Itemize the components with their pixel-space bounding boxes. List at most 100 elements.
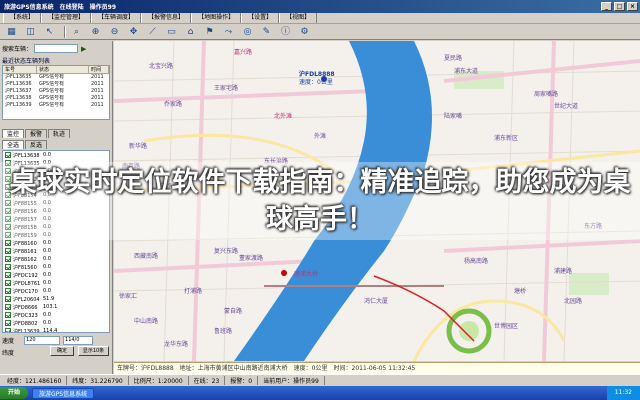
tab-monitor[interactable]: 监控 xyxy=(2,129,25,138)
vehicle-plate: 沪F88161 xyxy=(13,248,37,255)
table-row[interactable]: 沪FL13638 0.0 xyxy=(3,151,109,159)
target-icon[interactable]: ◎ xyxy=(240,25,255,39)
vehicle-checkbox[interactable] xyxy=(5,304,11,310)
tab-alarm[interactable]: 报警 xyxy=(25,129,48,138)
table-row[interactable]: 沪F81560 0.0 xyxy=(3,263,109,271)
zoom-out-icon[interactable]: ⊖ xyxy=(107,25,122,39)
column-status[interactable]: 状态 xyxy=(37,66,89,73)
table-row[interactable]: 沪FL13639 114.4 xyxy=(3,327,109,332)
table-row[interactable]: 沪FDL8761 0.0 xyxy=(3,279,109,287)
map-label: 世博园区 xyxy=(494,323,519,330)
flag-icon[interactable]: ⚑ xyxy=(202,25,217,39)
speed-input[interactable]: 120 xyxy=(24,336,61,345)
column-time[interactable]: 时间 xyxy=(89,66,109,73)
recent-status-list[interactable]: 车号 状态 时间 沪FL13635 GPS信号有 2011 沪FL13636 GPS信… xyxy=(2,65,110,120)
minimize-button[interactable]: _ xyxy=(601,2,612,11)
table-row[interactable]: 沪FDC170 0.0 xyxy=(3,287,109,295)
vehicle-checkbox[interactable] xyxy=(5,264,11,270)
table-row[interactable]: 沪F88162 0.0 xyxy=(3,255,109,263)
table-row[interactable]: 沪FD8666 103.1 xyxy=(3,303,109,311)
menu-alarm[interactable]: 【报警信息】 xyxy=(141,13,192,23)
map-label: 徐家汇 xyxy=(119,293,138,300)
menu-system[interactable]: 【系统】 xyxy=(3,13,42,23)
taskbar-app-button[interactable]: 旅游GPS信息系统 xyxy=(32,387,95,399)
menu-view[interactable]: 【视图】 xyxy=(279,13,318,23)
menu-settings[interactable]: 【设置】 xyxy=(241,13,280,23)
table-row[interactable]: 沪FDC323 0.0 xyxy=(3,311,109,319)
vehicle-checkbox[interactable] xyxy=(5,296,11,302)
vehicle-plate: 沪F81560 xyxy=(13,264,37,271)
vehicle-plate: 沪FDC192 xyxy=(13,272,38,279)
window-titlebar[interactable]: 旅游GPS信息系统 在线登陆 操作员99 _ □ × xyxy=(0,0,640,13)
table-row[interactable]: 沪FL20604 51.9 xyxy=(3,295,109,303)
map-label: 中山南路 xyxy=(134,318,159,325)
map-label: 复兴东路 xyxy=(214,248,239,255)
vehicle-checkbox[interactable] xyxy=(5,320,11,326)
vehicle-speed: 0.0 xyxy=(43,264,51,270)
vehicle-checkbox[interactable] xyxy=(5,256,11,262)
tool-icon[interactable]: ⚙ xyxy=(297,25,312,39)
map-label: 西藏南路 xyxy=(134,253,159,260)
vehicle-plate: 沪F88162 xyxy=(13,256,37,263)
vehicle-checkbox[interactable] xyxy=(5,240,11,246)
map-label: 鲁班路 xyxy=(214,328,233,335)
coordinate-bar: 经度：121.486160 纬度：31.226790 比例尺：1:20000 在… xyxy=(0,374,640,386)
search-input[interactable] xyxy=(34,44,79,53)
table-row[interactable]: 沪F88160 0.0 xyxy=(3,239,109,247)
pan-icon[interactable]: ✥ xyxy=(126,25,141,39)
note-icon[interactable]: ✎ xyxy=(259,25,274,39)
table-row[interactable]: 沪FD8802 0.0 xyxy=(3,319,109,327)
vehicle-speed: 0.0 xyxy=(43,248,51,254)
list-item[interactable]: 沪FL13637 GPS信号有 2011 xyxy=(3,88,109,95)
maximize-button[interactable]: □ xyxy=(614,2,625,11)
vehicle-checkbox[interactable] xyxy=(5,248,11,254)
menu-dispatch[interactable]: 【车辆调度】 xyxy=(91,13,142,23)
info-icon[interactable]: ⓘ xyxy=(278,25,293,39)
vehicle-speed: 0.0 xyxy=(43,280,51,286)
list-item[interactable]: 沪FL13635 GPS信号有 2011 xyxy=(3,74,109,81)
layers-icon[interactable]: ▦ xyxy=(4,25,19,39)
lock-icon[interactable]: ◫ xyxy=(23,25,38,39)
car-icon[interactable]: ▭ xyxy=(164,25,179,39)
show-ten-button[interactable]: 显示10条 xyxy=(78,346,109,356)
menu-monitor[interactable]: 【监控管理】 xyxy=(41,13,92,23)
home-icon[interactable]: ⌂ xyxy=(183,25,198,39)
list-item[interactable]: 沪FL13639 GPS信号有 2011 xyxy=(3,102,109,109)
map-label: 浦建路 xyxy=(554,268,573,275)
roundabout-center xyxy=(459,321,479,341)
menu-map[interactable]: 【地图操作】 xyxy=(191,13,242,23)
magnify-icon[interactable]: ⌕ xyxy=(69,25,84,39)
map-label: 南浦大桥 xyxy=(294,271,319,278)
confirm-button[interactable]: 确定 xyxy=(50,346,74,356)
tab-track[interactable]: 轨迹 xyxy=(48,129,71,138)
vehicle-checkbox[interactable] xyxy=(5,272,11,278)
map-label: 塘桥 xyxy=(514,288,527,295)
invert-select-button[interactable]: 反选 xyxy=(25,140,48,149)
search-go-icon[interactable]: ▶ xyxy=(81,45,86,53)
select-all-button[interactable]: 全选 xyxy=(2,140,25,149)
column-plate[interactable]: 车号 xyxy=(3,66,37,73)
measure-icon[interactable]: ⟋ xyxy=(145,25,160,39)
table-row[interactable]: 沪F88161 0.0 xyxy=(3,247,109,255)
current-user: 当前用户：操作员99 xyxy=(258,376,325,385)
close-button[interactable]: × xyxy=(627,2,638,11)
latitude-readout: 纬度：31.226790 xyxy=(67,376,129,385)
list-item[interactable]: 沪FL13638 GPS信号有 2011 xyxy=(3,95,109,102)
zoom-in-icon[interactable]: ⊕ xyxy=(88,25,103,39)
vehicle-checkbox[interactable] xyxy=(5,280,11,286)
cursor-icon[interactable]: ↖ xyxy=(42,25,57,39)
table-row[interactable]: 沪FDC192 0.0 xyxy=(3,271,109,279)
search-row: 搜索车辆： ▶ xyxy=(2,44,86,53)
vehicle-checkbox[interactable] xyxy=(5,288,11,294)
longitude-input[interactable]: 114/0 xyxy=(63,336,94,345)
vehicle-checkbox[interactable] xyxy=(5,328,11,332)
route-icon[interactable]: ⤳ xyxy=(221,25,236,39)
map-label: 北园路 xyxy=(564,298,583,305)
vehicle-marker[interactable] xyxy=(281,270,287,276)
vehicle-checkbox[interactable] xyxy=(5,152,11,158)
start-button[interactable]: 开始 xyxy=(0,387,29,399)
vehicle-checkbox[interactable] xyxy=(5,312,11,318)
map-label: 外滩 xyxy=(314,133,327,140)
list-item[interactable]: 沪FL13636 GPS信号有 2011 xyxy=(3,81,109,88)
vehicle-speed: 51.9 xyxy=(43,296,55,302)
